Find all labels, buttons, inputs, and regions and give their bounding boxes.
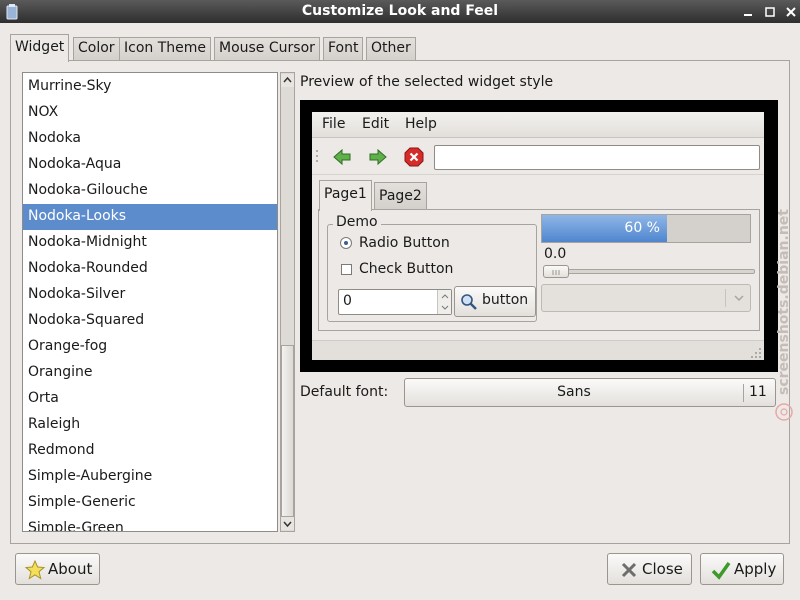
slider-handle[interactable] [543,265,569,278]
theme-list-item[interactable]: Raleigh [23,412,277,438]
preview-menu-file[interactable]: File [322,116,345,132]
progress-text: 60 % [624,220,660,236]
theme-list-item[interactable]: Murrine-Sky [23,74,277,100]
theme-list-scrollbar[interactable] [280,72,295,532]
radio-button[interactable] [340,237,352,249]
preview-menu-help[interactable]: Help [405,116,437,132]
spin-button[interactable]: 0 [338,289,452,315]
window-titlebar: Customize Look and Feel [0,0,800,23]
font-chooser-button[interactable]: Sans 11 [404,378,776,407]
theme-list-item[interactable]: Nodoka [23,126,277,152]
scroll-up-icon [283,76,292,83]
spin-arrows[interactable] [437,290,451,314]
theme-list-item[interactable]: Simple-Aubergine [23,464,277,490]
minimize-icon[interactable] [741,5,755,19]
theme-list-item[interactable]: Nodoka-Looks [23,204,277,230]
spin-arrows-icon [441,294,449,310]
stop-icon[interactable] [404,147,424,167]
forward-arrow-icon[interactable] [368,147,388,167]
theme-list-item[interactable]: Nodoka-Rounded [23,256,277,282]
preview-tab-page2[interactable]: Page2 [374,182,427,210]
default-font-label: Default font: [300,384,389,400]
magnifier-icon [461,294,477,310]
tab-widget[interactable]: Widget [10,34,70,62]
demo-button[interactable]: button [454,286,536,317]
close-window-icon[interactable] [784,5,798,19]
about-label: About [48,560,93,578]
combo-separator [725,289,726,307]
preview-label: Preview of the selected widget style [300,74,554,90]
tab-other[interactable]: Other [366,37,416,61]
back-arrow-icon[interactable] [332,147,352,167]
preview-tab-page1[interactable]: Page1 [319,180,372,211]
scroll-up-button[interactable] [281,74,294,87]
tab-font[interactable]: Font [323,37,364,61]
progress-bar: 60 % [541,214,751,243]
window-title: Customize Look and Feel [301,3,499,19]
tab-icon-theme[interactable]: Icon Theme [119,37,212,61]
theme-list-item[interactable]: Simple-Generic [23,490,277,516]
theme-list-item[interactable]: Orange-fog [23,334,277,360]
preview-window: File Edit Help Page1 Page2 Radio Button … [312,112,764,360]
theme-list-item[interactable]: Nodoka-Squared [23,308,277,334]
theme-list-item[interactable]: Nodoka-Gilouche [23,178,277,204]
watermark: screenshots.debian.net [776,209,792,395]
close-button[interactable]: Close [607,553,692,585]
scroll-down-button[interactable] [281,517,294,530]
widget-preview: File Edit Help Page1 Page2 Radio Button … [300,100,778,372]
theme-list[interactable]: Murrine-Sky NOX Nodoka Nodoka-Aqua Nodoka-Gi… [22,72,278,532]
check-button[interactable] [341,264,352,275]
theme-list-item[interactable]: Redmond [23,438,277,464]
demo-button-label: button [482,292,529,308]
resize-grip-icon [751,348,761,358]
theme-list-item[interactable]: Orta [23,386,277,412]
scroll-down-icon [283,521,292,528]
scale-value: 0.0 [544,246,567,262]
theme-list-item[interactable]: Nodoka-Aqua [23,152,277,178]
about-button[interactable]: About [15,553,100,585]
tab-mouse-cursor[interactable]: Mouse Cursor [214,37,320,61]
font-separator [743,384,744,402]
check-label: Check Button [359,261,454,277]
toolbar-grip-icon [316,150,318,162]
apply-label: Apply [734,560,777,578]
tab-color[interactable]: Color [73,37,120,61]
preview-menubar: File Edit Help [312,112,764,138]
slider-trough[interactable] [547,269,755,274]
theme-list-item[interactable]: Simple-Green [23,516,277,531]
apply-button[interactable]: Apply [700,553,784,585]
preview-toolbar [312,139,764,175]
font-size: 11 [749,384,767,400]
chevron-down-icon [734,295,744,302]
maximize-icon[interactable] [763,5,777,19]
theme-list-item[interactable]: NOX [23,100,277,126]
radio-label: Radio Button [359,235,450,251]
preview-text-entry[interactable] [434,145,760,170]
close-label: Close [642,560,683,578]
font-name: Sans [557,384,591,400]
close-x-icon [621,562,637,578]
demo-frame-label: Demo [333,214,381,230]
slider-grip-icon [552,270,560,275]
star-icon [25,560,45,580]
scroll-thumb[interactable] [281,345,294,517]
preview-tab-panel: Radio Button Check Button 0 button Demo … [318,209,760,331]
theme-list-item[interactable]: Nodoka-Midnight [23,230,277,256]
demo-frame: Radio Button Check Button 0 button [327,224,537,322]
preview-menu-edit[interactable]: Edit [362,116,389,132]
watermark-logo-icon [775,403,793,421]
checkmark-icon [711,561,731,580]
spin-value: 0 [343,293,352,309]
combo-box[interactable] [541,284,751,312]
theme-list-item[interactable]: Nodoka-Silver [23,282,277,308]
preview-statusbar [312,340,764,360]
theme-list-item[interactable]: Orangine [23,360,277,386]
